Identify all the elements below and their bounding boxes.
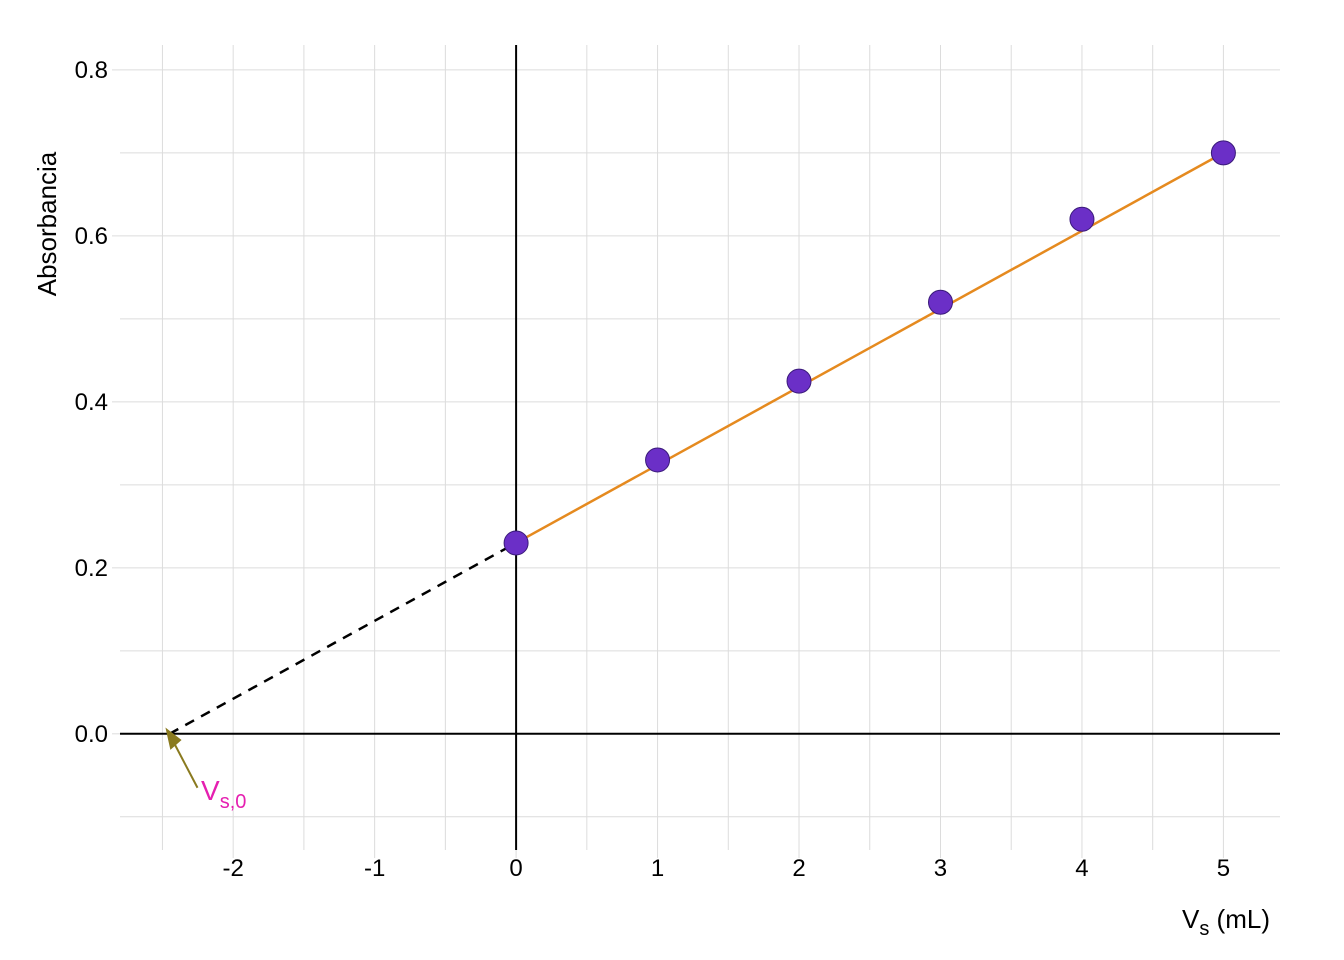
y-tick: 0.0 [75,721,108,748]
data-point [787,369,811,393]
y-tick-labels: 0.0 0.2 0.4 0.6 0.8 [75,57,108,748]
y-axis-label: Absorbancia [32,151,62,296]
chart-svg: Vs,0 -2 -1 0 1 2 3 4 5 0.0 0.2 0.4 0.6 0… [0,0,1344,960]
x-tick-labels: -2 -1 0 1 2 3 4 5 [222,855,1230,882]
x-tick: 3 [934,855,947,882]
x-tick: 2 [792,855,805,882]
data-point [1070,207,1094,231]
chart-container: Vs,0 -2 -1 0 1 2 3 4 5 0.0 0.2 0.4 0.6 0… [0,0,1344,960]
data-point [504,531,528,555]
y-tick: 0.2 [75,555,108,582]
grid-vertical [162,45,1223,850]
y-tick: 0.8 [75,57,108,84]
x-tick: 0 [509,855,522,882]
x-tick: 5 [1217,855,1230,882]
extrapolation-line [170,543,517,734]
x-tick: -2 [222,855,243,882]
x-tick: 1 [651,855,664,882]
data-point [1211,141,1235,165]
data-point [928,290,952,314]
x-tick: 4 [1075,855,1088,882]
grid-horizontal [120,70,1280,817]
annotation-label: Vs,0 [201,775,246,813]
x-tick: -1 [364,855,385,882]
data-point [646,448,670,472]
y-tick: 0.6 [75,223,108,250]
annotation-vs0: Vs,0 [167,730,246,813]
y-tick: 0.4 [75,389,108,416]
x-axis-label: Vs (mL) [1182,904,1270,940]
